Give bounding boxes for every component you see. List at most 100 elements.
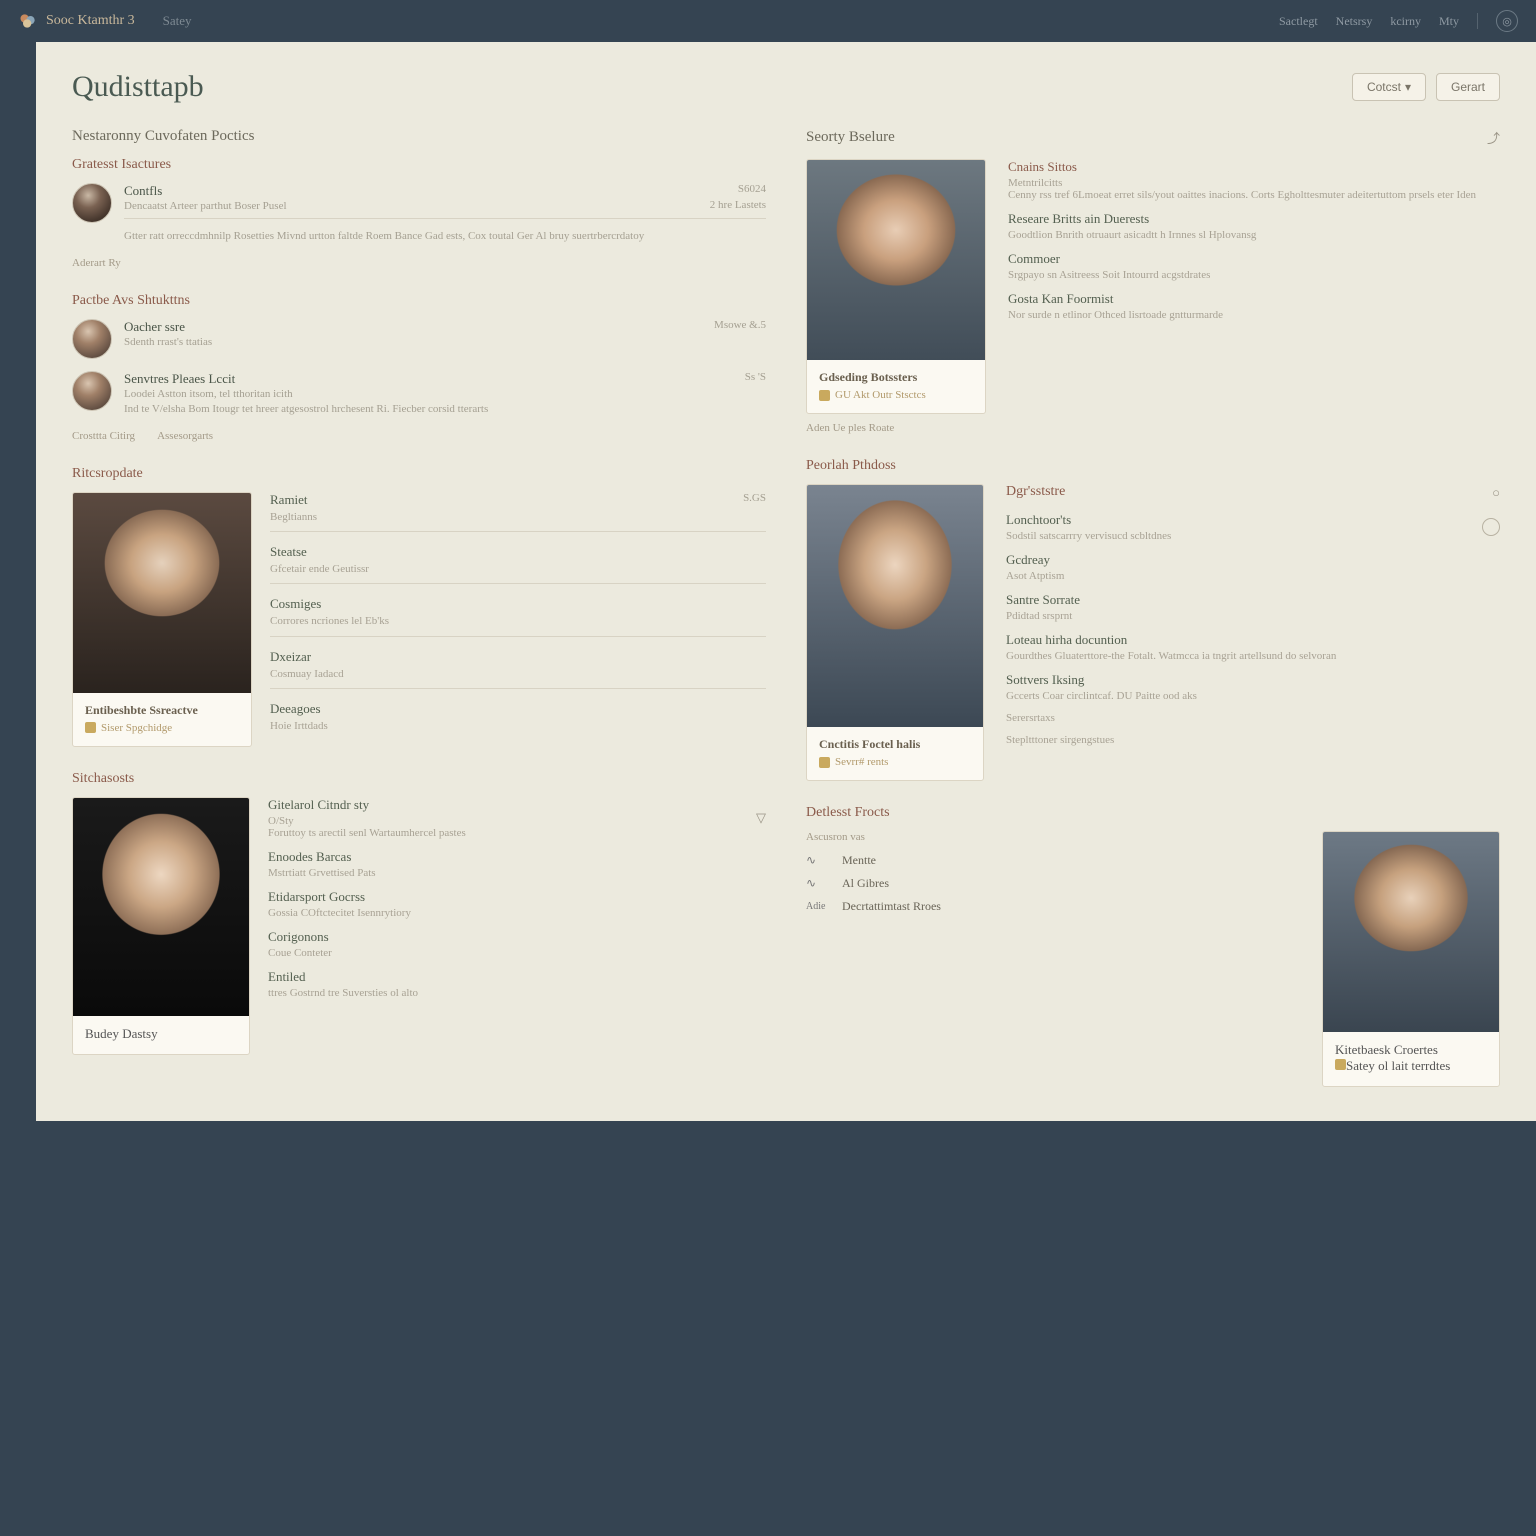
item-description: Ind te V/elsha Bom Itougr tet hreer atge…	[124, 402, 766, 417]
section-ritcsrop: Ritcsropdate Entibeshbte Ssreactve Siser…	[72, 466, 766, 747]
def-item[interactable]: Cnains Sittos Metntrilcitts Cenny rss tr…	[1008, 159, 1500, 201]
def-item[interactable]: Gosta Kan Foormist Nor surde n etlinor O…	[1008, 291, 1500, 321]
right-column: Seorty Bselure ⤴ Gdseding Botssters GU A…	[806, 128, 1500, 1111]
section-peorlah: Peorlah Pthdoss Cnctitis Foctel halis Se…	[806, 458, 1500, 781]
def-item[interactable]: Researe Britts ain Duerests Goodtlion Bn…	[1008, 211, 1500, 241]
profile-card[interactable]: Budey Dastsy	[72, 797, 250, 1055]
nav-link-1[interactable]: Sactlegt	[1279, 14, 1318, 29]
def-value: Gourdthes Gluaterttore-the Fotalt. Watmc…	[1006, 650, 1500, 662]
avatar	[72, 183, 112, 223]
card-subtitle: Siser Spgchidge	[101, 722, 172, 734]
list-item[interactable]: Contfls S6024 Dencaatst Arteer parthut B…	[72, 183, 766, 245]
profile-card[interactable]: Cnctitis Foctel halis Sevrr# rents	[806, 484, 984, 781]
def-key: Loteau hirha docuntion	[1006, 632, 1500, 648]
divider	[270, 688, 766, 689]
def-item[interactable]: Loteau hirha docuntion Gourdthes Gluater…	[1006, 632, 1500, 662]
def-value-2: Foruttoy ts arectil senl Wartaumhercel p…	[268, 827, 466, 839]
def-sub: Metntrilcitts	[1008, 177, 1500, 189]
item-subtitle: Loodei Astton itsom, tel tthoritan icith	[124, 387, 766, 402]
list-caption: Ascusron vas	[806, 831, 1300, 843]
search-icon[interactable]: ○	[1492, 485, 1500, 501]
row-label: Decrtattimtast Rroes	[842, 899, 941, 914]
profile-card[interactable]: Kitetbaesk Croertes Satey ol lait terrdt…	[1322, 831, 1500, 1087]
def-key: Ramiet	[270, 492, 766, 508]
def-key: Santre Sorrate	[1006, 592, 1500, 608]
icon-row[interactable]: ∿ Mentte	[806, 853, 1300, 868]
row-prefix: Adie	[806, 901, 832, 912]
def-value: Nor surde n etlinor Othced lisrtoade gnt…	[1008, 309, 1500, 321]
def-item[interactable]: S.GS Ramiet Begltianns	[270, 492, 766, 532]
definition-list: Dgr'sststre ○ Lonchtoor'ts Sodstil satsc…	[1006, 484, 1500, 781]
section-sitchasosts: Sitchasosts Budey Dastsy Gitelarol Citnd…	[72, 771, 766, 1055]
item-metric-2: 2 hre Lastets	[710, 199, 766, 214]
def-key: Cnains Sittos	[1008, 159, 1500, 175]
badge-icon	[85, 722, 96, 733]
subsection-title: Gratesst Isactures	[72, 157, 766, 173]
divider	[1477, 13, 1478, 29]
profile-card[interactable]: Gdseding Botssters GU Akt Outr Stsctcs	[806, 159, 986, 414]
def-key: Deeagoes	[270, 701, 766, 717]
def-key: Entiled	[268, 969, 766, 985]
item-metric: Ss 'S	[745, 371, 766, 387]
def-item[interactable]: Serersrtaxs	[1006, 712, 1500, 724]
section-students: Pactbe Avs Shtukttns Oacher ssre Msowe &…	[72, 293, 766, 442]
def-item[interactable]: Commoer Srgpayo sn Asitreess Soit Intour…	[1008, 251, 1500, 281]
def-item[interactable]: Corigonons Coue Conteter	[268, 929, 766, 959]
card-subtitle: GU Akt Outr Stsctcs	[835, 389, 926, 401]
primary-button-label: Cotcst	[1367, 80, 1401, 94]
def-item[interactable]: Lonchtoor'ts Sodstil satscarrry vervisuc…	[1006, 512, 1500, 542]
profile-photo	[807, 160, 985, 360]
trend-icon: ∿	[806, 853, 832, 868]
def-item[interactable]: Steatse Gfcetair ende Geutissr	[270, 544, 766, 584]
profile-photo	[1323, 832, 1499, 1032]
def-value: Sodstil satscarrry vervisucd scbltdnes	[1006, 530, 1171, 542]
radio-icon[interactable]	[1482, 518, 1500, 536]
def-item[interactable]: Gcdreay Asot Atptism	[1006, 552, 1500, 582]
share-icon[interactable]: ⤴	[1487, 128, 1500, 147]
subsection-title: Pactbe Avs Shtukttns	[72, 293, 766, 309]
def-item[interactable]: Stepltttoner sirgengstues	[1006, 734, 1500, 746]
def-item[interactable]: Dxeizar Cosmuay Iadacd	[270, 649, 766, 689]
def-value: Mstrtiatt Grvettised Pats	[268, 867, 766, 879]
secondary-button[interactable]: Gerart	[1436, 73, 1500, 101]
def-value: Cosmuay Iadacd	[270, 667, 766, 682]
item-metric: S6024	[738, 183, 766, 199]
topbar-subnav[interactable]: Satey	[163, 13, 192, 29]
filter-icon[interactable]: ▽	[756, 810, 766, 826]
nav-link-3[interactable]: kcirny	[1390, 14, 1421, 29]
subsection-title: Sitchasosts	[72, 771, 766, 787]
def-key: Gosta Kan Foormist	[1008, 291, 1500, 307]
def-item[interactable]: Etidarsport Gocrss Gossia COftctecitet I…	[268, 889, 766, 919]
side-title: Dgr'sststre	[1006, 484, 1065, 500]
icon-row[interactable]: ∿ Al Gibres	[806, 876, 1300, 891]
def-item[interactable]: Gitelarol Citndr sty O/Sty Foruttoy ts a…	[268, 797, 766, 839]
brand[interactable]: Sooc Ktamthr 3	[18, 11, 135, 31]
def-item[interactable]: Sottvers Iksing Gccerts Coar circlintcaf…	[1006, 672, 1500, 702]
nav-link-2[interactable]: Netsrsy	[1336, 14, 1373, 29]
profile-card[interactable]: Entibeshbte Ssreactve Siser Spgchidge	[72, 492, 252, 747]
def-item[interactable]: Enoodes Barcas Mstrtiatt Grvettised Pats	[268, 849, 766, 879]
def-key: Corigonons	[268, 929, 766, 945]
def-key: Etidarsport Gocrss	[268, 889, 766, 905]
def-value: Gossia COftctecitet Isennrytiory	[268, 907, 766, 919]
card-name: Cnctitis Foctel halis	[819, 737, 971, 752]
nav-link-4[interactable]: Mty	[1439, 14, 1459, 29]
primary-dropdown-button[interactable]: Cotcst ▾	[1352, 73, 1426, 101]
def-value: Hoie Irttdads	[270, 719, 766, 734]
brand-logo-icon	[18, 11, 38, 31]
def-key: Serersrtaxs	[1006, 712, 1500, 724]
def-item[interactable]: Deeagoes Hoie Irttdads	[270, 701, 766, 734]
badge-icon	[819, 390, 830, 401]
def-item[interactable]: Cosmiges Corrores ncriones lel Eb'ks	[270, 596, 766, 636]
def-item[interactable]: Santre Sorrate Pdidtad srsprnt	[1006, 592, 1500, 622]
definition-list: Cnains Sittos Metntrilcitts Cenny rss tr…	[1008, 159, 1500, 434]
left-column: Nestaronny Cuvofaten Poctics Gratesst Is…	[72, 128, 766, 1111]
list-item[interactable]: Oacher ssre Msowe &.5 Sdenth rrast's tta…	[72, 319, 766, 359]
def-item[interactable]: Entiled ttres Gostrnd tre Suversties ol …	[268, 969, 766, 999]
icon-row[interactable]: Adie Decrtattimtast Rroes	[806, 899, 1300, 914]
list-item[interactable]: Senvtres Pleaes Lccit Ss 'S Loodei Astto…	[72, 371, 766, 418]
def-value: Srgpayo sn Asitreess Soit Intourrd acgst…	[1008, 269, 1500, 281]
help-icon[interactable]: ◎	[1496, 10, 1518, 32]
item-title: Contfls	[124, 183, 162, 199]
page-actions: Cotcst ▾ Gerart	[1352, 73, 1500, 101]
